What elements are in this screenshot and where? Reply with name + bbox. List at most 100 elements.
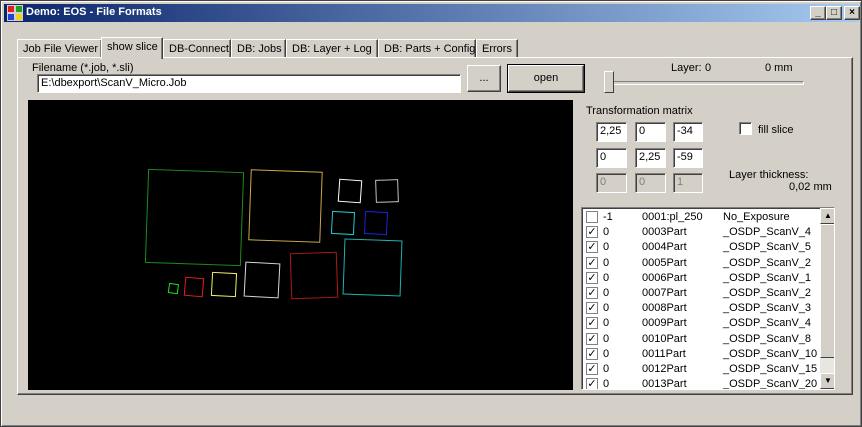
part-checkbox[interactable] [586,211,598,223]
filename-input[interactable]: E:\dbexport\ScanV_Micro.Job [37,74,461,93]
part-name: 0013Part [642,378,687,390]
matrix-cell-1-1[interactable]: 2,25 [635,148,666,168]
part-checkbox[interactable]: ✓ [586,302,598,315]
part-id: -1 [603,211,613,223]
part-name: 0012Part [642,363,687,375]
title-bar[interactable]: Demo: EOS - File Formats _ □ × [4,4,860,22]
part-outline [363,210,389,236]
tab-db-connect[interactable]: DB-Connect [163,39,231,58]
list-item[interactable]: ✓ 0 0007Part _OSDP_ScanV_2 [582,286,818,301]
open-button[interactable]: open [507,64,585,93]
list-item[interactable]: ✓ 0 0005Part _OSDP_ScanV_2 [582,256,818,271]
part-exposure: _OSDP_ScanV_8 [723,332,812,345]
maximize-button[interactable]: □ [826,6,842,20]
part-exposure: _OSDP_ScanV_15 [723,363,818,375]
matrix-cell-1-0[interactable]: 0 [596,148,627,168]
tab-db-layer-log[interactable]: DB: Layer + Log [286,39,378,58]
part-exposure: _OSDP_ScanV_20 [723,378,818,390]
part-exposure: _OSDP_ScanV_4 [723,226,812,239]
part-outline [330,210,356,236]
part-checkbox[interactable]: ✓ [586,226,598,239]
part-id: 0 [603,378,610,390]
list-item[interactable]: ✓ 0 0013Part _OSDP_ScanV_20 [582,377,818,390]
matrix-cell-0-2[interactable]: -34 [673,122,703,142]
part-checkbox[interactable]: ✓ [586,287,598,299]
layer-thickness-label: Layer thickness: [729,169,809,181]
list-item[interactable]: ✓ 0 0004Part _OSDP_ScanV_5 [582,240,818,255]
part-outline [144,168,245,267]
part-checkbox[interactable]: ✓ [586,271,598,284]
matrix-cell-2-2: 1 [673,173,703,193]
part-checkbox[interactable]: ✓ [586,363,598,375]
part-id: 0 [603,317,610,330]
browse-button[interactable]: ... [467,65,501,92]
part-id: 0 [603,241,610,254]
part-name: 0009Part [642,317,687,330]
app-window: Demo: EOS - File Formats _ □ × Job File … [0,0,862,427]
part-name: 0003Part [642,226,687,239]
matrix-cell-2-1: 0 [635,173,666,193]
list-item[interactable]: ✓ 0 0008Part _OSDP_ScanV_3 [582,301,818,316]
transformation-label: Transformation matrix [586,105,693,117]
scroll-thumb[interactable] [820,224,834,358]
part-checkbox[interactable]: ✓ [586,241,598,254]
part-id: 0 [603,287,610,299]
part-exposure: No_Exposure [723,211,790,223]
slice-drawing [144,168,403,300]
part-outline [342,238,403,297]
list-item[interactable]: ✓ 0 0011Part _OSDP_ScanV_10 [582,347,818,362]
minimize-button[interactable]: _ [810,6,826,20]
layer-slider-track[interactable] [604,81,804,85]
tab-db-parts-config[interactable]: DB: Parts + Config [378,39,476,58]
part-outline [243,261,281,299]
tab-db-jobs[interactable]: DB: Jobs [231,39,286,58]
layer-value: 0 [705,62,712,74]
part-exposure: _OSDP_ScanV_5 [723,241,812,254]
list-item[interactable]: -1 0001:pl_250 No_Exposure [582,210,818,225]
part-name: 0007Part [642,287,687,299]
part-name: 0008Part [642,302,687,315]
part-outline [167,282,180,295]
scroll-down-icon[interactable]: ▼ [820,373,834,389]
part-checkbox[interactable]: ✓ [586,378,598,389]
close-button[interactable]: × [844,6,860,20]
part-name: 0001:pl_250 [642,211,703,223]
part-id: 0 [603,347,610,360]
part-name: 0004Part [642,241,687,254]
list-item[interactable]: ✓ 0 0009Part _OSDP_ScanV_4 [582,316,818,331]
slice-canvas[interactable] [28,100,573,390]
tab-errors[interactable]: Errors [476,39,518,58]
layer-slider-thumb[interactable] [604,71,614,93]
tab-job-file-viewer[interactable]: Job File Viewer [17,39,102,58]
parts-list-scrollbar[interactable]: ▲ ▼ [820,208,834,389]
part-checkbox[interactable]: ✓ [586,317,598,330]
list-item[interactable]: ✓ 0 0003Part _OSDP_ScanV_4 [582,225,818,240]
matrix-cell-0-0[interactable]: 2,25 [596,122,627,142]
part-id: 0 [603,271,610,284]
layer-label: Layer: [671,62,702,74]
part-checkbox[interactable]: ✓ [586,332,598,345]
parts-list[interactable]: -1 0001:pl_250 No_Exposure ✓ 0 0003Part _OSDP_… [581,207,835,390]
list-item[interactable]: ✓ 0 0012Part _OSDP_ScanV_15 [582,362,818,377]
part-outline [248,169,323,243]
fill-slice-checkbox[interactable] [739,122,752,135]
part-outline [337,178,363,204]
app-icon [7,5,23,21]
part-exposure: _OSDP_ScanV_10 [723,347,818,360]
tab-show-slice[interactable]: show slice [101,37,163,59]
part-exposure: _OSDP_ScanV_1 [723,271,812,284]
scroll-up-icon[interactable]: ▲ [820,208,834,224]
layer-thickness-value: 0,02 mm [789,181,832,193]
part-exposure: _OSDP_ScanV_2 [723,287,812,299]
matrix-cell-1-2[interactable]: -59 [673,148,703,168]
part-checkbox[interactable]: ✓ [586,256,598,269]
list-item[interactable]: ✓ 0 0006Part _OSDP_ScanV_1 [582,271,818,286]
window-title: Demo: EOS - File Formats [26,6,162,18]
part-id: 0 [603,226,610,239]
part-checkbox[interactable]: ✓ [586,347,598,360]
part-name: 0005Part [642,256,687,269]
matrix-cell-0-1[interactable]: 0 [635,122,666,142]
part-exposure: _OSDP_ScanV_2 [723,256,812,269]
part-outline [210,271,238,298]
list-item[interactable]: ✓ 0 0010Part _OSDP_ScanV_8 [582,332,818,347]
